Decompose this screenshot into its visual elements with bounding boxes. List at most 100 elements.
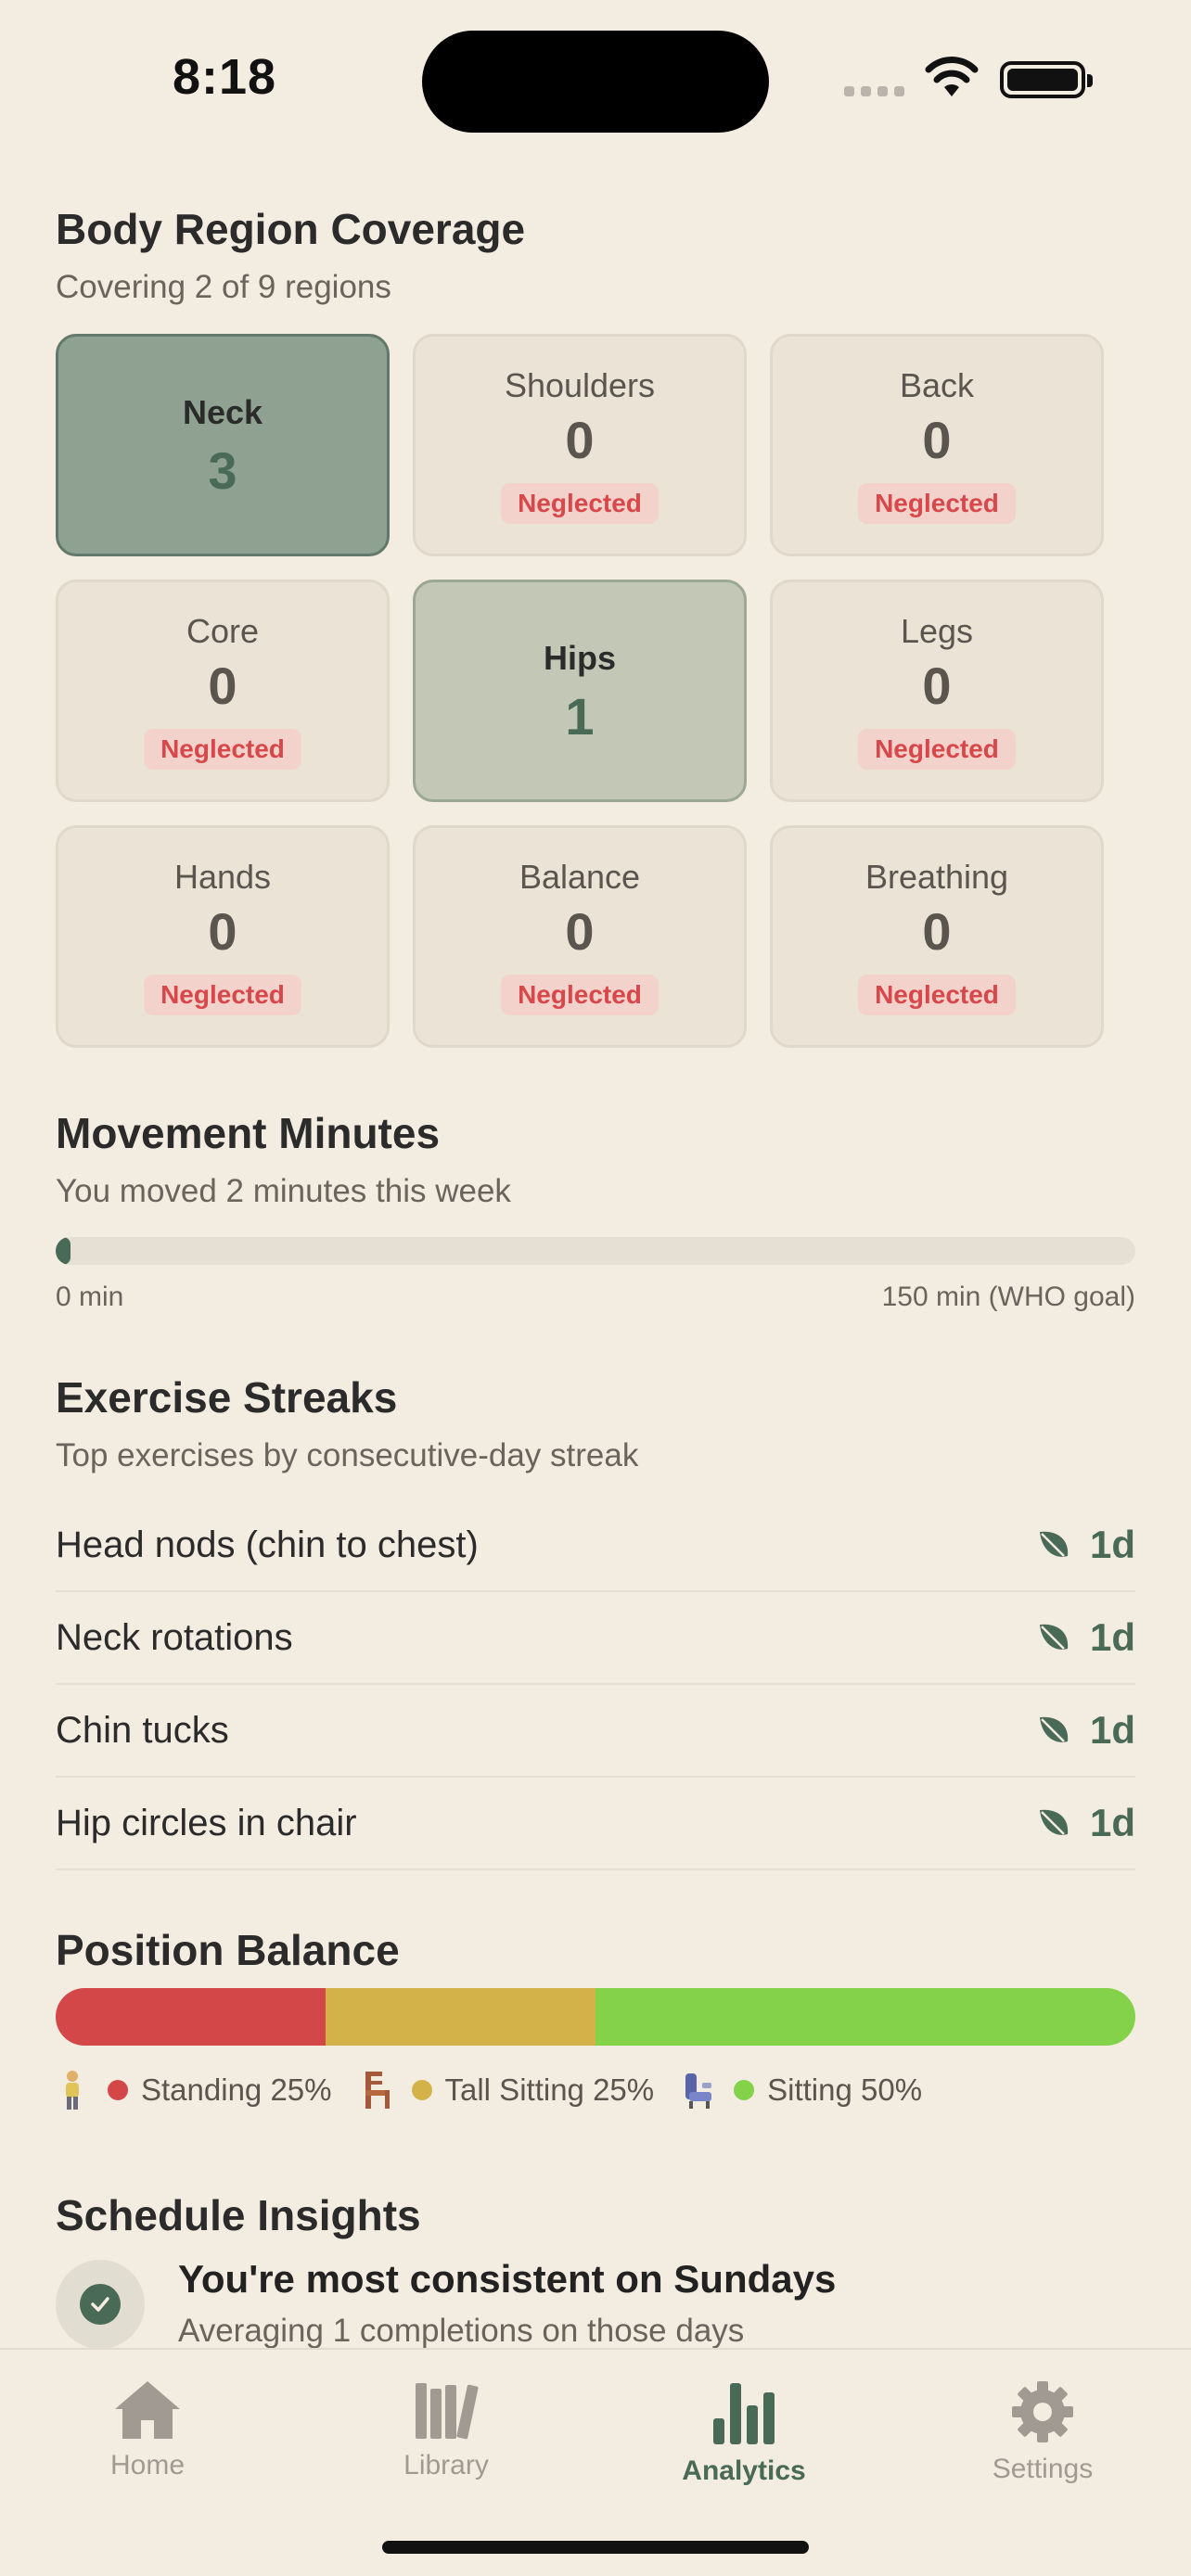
movement-progress-bar	[56, 1237, 1135, 1265]
streak-row[interactable]: Chin tucks 1d	[56, 1685, 1135, 1778]
home-icon	[115, 2381, 180, 2439]
region-tile-neck[interactable]: Neck 3	[56, 334, 390, 556]
coverage-title: Body Region Coverage	[56, 205, 526, 253]
streak-days: 1d	[1089, 1708, 1135, 1752]
region-tile-legs[interactable]: Legs 0 Neglected	[770, 580, 1104, 802]
seat-icon	[685, 2073, 712, 2109]
movement-title: Movement Minutes	[56, 1109, 441, 1157]
region-grid: Neck 3 Shoulders 0 Neglected Back 0 Negl…	[56, 334, 1104, 1048]
region-tile-breathing[interactable]: Breathing 0 Neglected	[770, 825, 1104, 1048]
home-indicator	[382, 2541, 809, 2554]
position-balance-title: Position Balance	[56, 1926, 400, 1974]
tab-label: Library	[403, 2450, 489, 2480]
leaf-icon	[1039, 1809, 1069, 1835]
region-count: 3	[208, 441, 237, 500]
neglected-badge: Neglected	[858, 975, 1016, 1015]
streaks-subtitle: Top exercises by consecutive-day streak	[56, 1437, 639, 1473]
leaf-icon	[1039, 1624, 1069, 1650]
movement-subtitle: You moved 2 minutes this week	[56, 1173, 511, 1209]
tab-home[interactable]: Home	[55, 2379, 240, 2481]
library-icon	[416, 2383, 479, 2440]
insights-title: Schedule Insights	[56, 2191, 421, 2239]
region-name: Legs	[900, 612, 974, 650]
gear-icon	[1012, 2381, 1073, 2442]
position-balance-bar	[56, 1988, 1135, 2046]
checkmark-icon	[80, 2284, 121, 2325]
dynamic-island	[422, 31, 769, 133]
insight-detail: Averaging 1 completions on those days	[178, 2313, 745, 2349]
neglected-badge: Neglected	[501, 483, 659, 524]
wifi-icon	[925, 57, 979, 96]
position-legend: Standing 25% Tall Sitting 25% Sitting 50…	[56, 2070, 950, 2111]
progress-goal-label: 150 min (WHO goal)	[881, 1282, 1135, 1312]
coverage-subtitle: Covering 2 of 9 regions	[56, 269, 391, 305]
leaf-icon	[1039, 1531, 1069, 1557]
tab-label: Home	[109, 2450, 186, 2480]
region-name: Hips	[543, 639, 616, 677]
neglected-badge: Neglected	[858, 729, 1016, 770]
tab-settings[interactable]: Settings	[950, 2379, 1135, 2485]
neglected-badge: Neglected	[144, 975, 301, 1015]
streak-exercise-name: Chin tucks	[56, 1709, 229, 1751]
streak-days: 1d	[1089, 1523, 1135, 1566]
insight-headline: You're most consistent on Sundays	[178, 2257, 837, 2301]
streak-exercise-name: Hip circles in chair	[56, 1802, 357, 1843]
balance-segment-standing	[56, 1988, 326, 2046]
region-tile-hips[interactable]: Hips 1	[413, 580, 747, 802]
legend-item-standing: Standing 25%	[56, 2070, 332, 2111]
region-count: 0	[208, 657, 237, 715]
region-name: Core	[186, 612, 260, 650]
tab-label: Analytics	[682, 2455, 806, 2486]
streak-row[interactable]: Neck rotations 1d	[56, 1592, 1135, 1685]
analytics-icon	[713, 2383, 775, 2444]
region-tile-hands[interactable]: Hands 0 Neglected	[56, 825, 390, 1048]
streak-exercise-name: Neck rotations	[56, 1616, 293, 1658]
region-name: Balance	[519, 858, 641, 896]
region-name: Shoulders	[504, 366, 656, 404]
legend-label: Standing 25%	[141, 2072, 332, 2107]
region-count: 0	[922, 902, 952, 961]
balance-segment-tall-sitting	[326, 1988, 596, 2046]
legend-item-sitting: Sitting 50%	[682, 2070, 922, 2111]
insight-icon-wrapper	[56, 2260, 145, 2349]
region-tile-shoulders[interactable]: Shoulders 0 Neglected	[413, 334, 747, 556]
streak-days: 1d	[1089, 1801, 1135, 1844]
battery-icon	[1000, 61, 1093, 98]
region-tile-back[interactable]: Back 0 Neglected	[770, 334, 1104, 556]
balance-segment-sitting	[596, 1988, 1135, 2046]
region-name: Back	[899, 366, 975, 404]
region-tile-balance[interactable]: Balance 0 Neglected	[413, 825, 747, 1048]
streak-row[interactable]: Head nods (chin to chest) 1d	[56, 1499, 1135, 1592]
tab-library[interactable]: Library	[353, 2379, 539, 2481]
streak-row[interactable]: Hip circles in chair 1d	[56, 1778, 1135, 1870]
movement-progress-fill	[56, 1237, 70, 1265]
status-time: 8:18	[173, 49, 277, 105]
progress-min-label: 0 min	[56, 1282, 124, 1312]
neglected-badge: Neglected	[144, 729, 301, 770]
streak-exercise-name: Head nods (chin to chest)	[56, 1524, 479, 1565]
legend-label: Tall Sitting 25%	[444, 2072, 655, 2107]
chair-icon	[365, 2072, 390, 2109]
leaf-icon	[1039, 1716, 1069, 1742]
neglected-badge: Neglected	[858, 483, 1016, 524]
region-count: 0	[565, 902, 595, 961]
legend-item-tall-sitting: Tall Sitting 25%	[360, 2070, 655, 2111]
region-count: 0	[208, 902, 237, 961]
region-tile-core[interactable]: Core 0 Neglected	[56, 580, 390, 802]
legend-label: Sitting 50%	[767, 2072, 923, 2107]
legend-dot	[411, 2080, 432, 2100]
region-count: 1	[565, 687, 595, 746]
streaks-title: Exercise Streaks	[56, 1373, 398, 1422]
region-count: 0	[922, 411, 952, 469]
neglected-badge: Neglected	[501, 975, 659, 1015]
standing-person-icon	[66, 2071, 79, 2110]
tab-label: Settings	[992, 2454, 1094, 2484]
tab-analytics[interactable]: Analytics	[651, 2379, 837, 2487]
region-count: 0	[922, 657, 952, 715]
region-name: Hands	[173, 858, 272, 896]
region-count: 0	[565, 411, 595, 469]
streak-list: Head nods (chin to chest) 1d Neck rotati…	[56, 1499, 1135, 1870]
analytics-screen: 8:18 Body Region Coverage Covering 2 of …	[0, 0, 1191, 2576]
region-name: Breathing	[864, 858, 1009, 896]
legend-dot	[734, 2080, 755, 2100]
